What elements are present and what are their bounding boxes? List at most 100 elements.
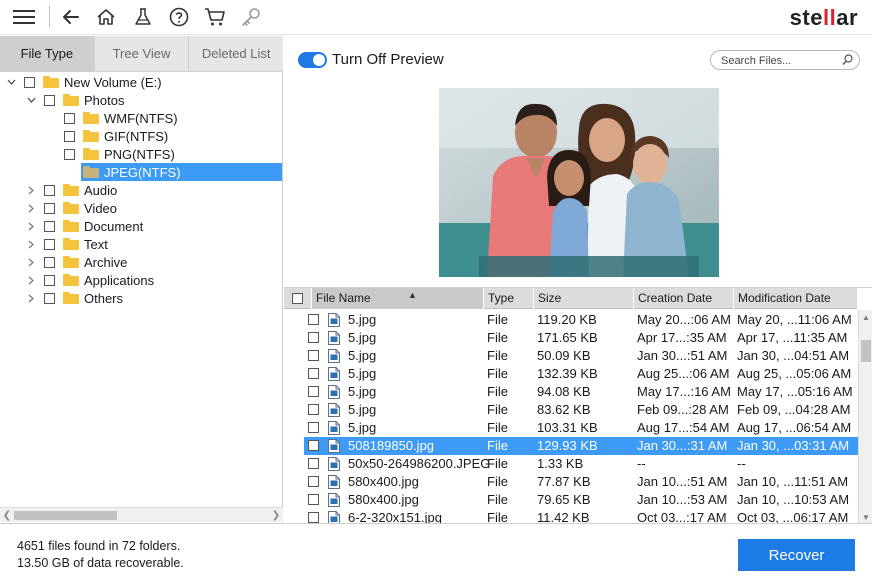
tree-node-others[interactable]: Others: [0, 289, 282, 307]
table-row[interactable]: 508189850.jpg File 129.93 KB Jan 30...:31 A…: [304, 437, 858, 455]
column-modification-date[interactable]: Modification Date: [734, 288, 858, 309]
select-all-checkbox[interactable]: [292, 293, 303, 304]
row-checkbox[interactable]: [308, 458, 319, 469]
tab-tree-view[interactable]: Tree View: [95, 36, 190, 71]
cell-type: File: [487, 348, 508, 363]
table-row[interactable]: 5.jpg File 83.62 KB Feb 09...:28 AM Feb 09, …: [304, 401, 858, 419]
help-icon[interactable]: [166, 5, 192, 29]
search-input[interactable]: [721, 53, 833, 68]
tree-node-document[interactable]: Document: [0, 217, 282, 235]
tree-checkbox[interactable]: [44, 292, 55, 304]
left-horizontal-scrollbar[interactable]: ❮ ❯: [0, 507, 283, 522]
preview-toggle-label: Turn Off Preview: [332, 51, 444, 68]
row-checkbox[interactable]: [308, 422, 319, 433]
tree-checkbox[interactable]: [44, 256, 55, 268]
tree-checkbox[interactable]: [64, 112, 75, 124]
row-checkbox[interactable]: [308, 350, 319, 361]
tree-checkbox[interactable]: [44, 274, 55, 286]
cell-modification-date: Apr 17, ...11:35 AM: [737, 330, 848, 345]
chevron-right-icon[interactable]: [24, 219, 38, 233]
table-row[interactable]: 50x50-264986200.JPEG File 1.33 KB -- --: [304, 455, 858, 473]
tree-node-new-volume-e[interactable]: New Volume (E:): [0, 73, 282, 91]
cell-creation-date: --: [637, 456, 646, 471]
cell-size: 50.09 KB: [537, 348, 591, 363]
preview-toggle[interactable]: [298, 52, 327, 68]
table-row[interactable]: 580x400.jpg File 77.87 KB Jan 10...:51 AM Ja…: [304, 473, 858, 491]
cell-file-name: 6-2-320x151.jpg: [348, 510, 442, 523]
tab-deleted-list[interactable]: Deleted List: [189, 36, 283, 71]
scroll-left-arrow-icon[interactable]: ❮: [1, 509, 13, 521]
scan-icon[interactable]: [130, 5, 156, 29]
recover-button[interactable]: Recover: [738, 539, 855, 571]
scrollbar-thumb[interactable]: [861, 340, 871, 362]
table-vertical-scrollbar[interactable]: ▲ ▼: [858, 310, 872, 523]
cell-file-name: 5.jpg: [348, 420, 377, 435]
table-row[interactable]: 5.jpg File 50.09 KB Jan 30...:51 AM Jan 30, …: [304, 347, 858, 365]
back-arrow-icon[interactable]: [58, 5, 84, 29]
home-icon[interactable]: [93, 5, 119, 29]
tree-checkbox[interactable]: [44, 94, 55, 106]
tree-node-jpeg-ntfs[interactable]: JPEG(NTFS): [81, 163, 282, 181]
column-file-name[interactable]: File Name ▲: [312, 288, 484, 309]
table-row[interactable]: 6-2-320x151.jpg File 11.42 KB Oct 03...:17 …: [304, 509, 858, 523]
files-found-text: 4651 files found in 72 folders.: [17, 539, 181, 553]
table-row[interactable]: 5.jpg File 94.08 KB May 17...:16 AM May 17, …: [304, 383, 858, 401]
scroll-up-arrow-icon[interactable]: ▲: [860, 311, 872, 323]
search-box[interactable]: [710, 50, 860, 70]
tab-file-type[interactable]: File Type: [0, 36, 95, 71]
tree-checkbox[interactable]: [44, 202, 55, 214]
tree-checkbox[interactable]: [44, 238, 55, 250]
chevron-right-icon[interactable]: [24, 291, 38, 305]
row-checkbox[interactable]: [308, 404, 319, 415]
column-type[interactable]: Type: [484, 288, 534, 309]
tree-checkbox[interactable]: [44, 220, 55, 232]
row-checkbox[interactable]: [308, 314, 319, 325]
table-row[interactable]: 580x400.jpg File 79.65 KB Jan 10...:53 AM Ja…: [304, 491, 858, 509]
row-checkbox[interactable]: [308, 476, 319, 487]
tree-checkbox[interactable]: [64, 130, 75, 142]
column-creation-date[interactable]: Creation Date: [634, 288, 734, 309]
key-icon[interactable]: [238, 5, 264, 29]
table-row[interactable]: 5.jpg File 119.20 KB May 20...:06 AM May 20,…: [304, 311, 858, 329]
row-checkbox[interactable]: [308, 386, 319, 397]
tree-checkbox[interactable]: [64, 148, 75, 160]
chevron-right-icon[interactable]: [24, 201, 38, 215]
scroll-down-arrow-icon[interactable]: ▼: [860, 511, 872, 523]
menu-icon[interactable]: [11, 5, 37, 29]
scrollbar-thumb[interactable]: [14, 511, 117, 520]
scroll-right-arrow-icon[interactable]: ❯: [270, 509, 282, 521]
tree-node-audio[interactable]: Audio: [0, 181, 282, 199]
chevron-down-icon[interactable]: [4, 75, 18, 89]
chevron-right-icon[interactable]: [24, 255, 38, 269]
tree-node-wmf-ntfs[interactable]: WMF(NTFS): [0, 109, 282, 127]
tree-node-label: Photos: [84, 92, 125, 108]
tree-node-video[interactable]: Video: [0, 199, 282, 217]
table-row[interactable]: 5.jpg File 132.39 KB Aug 25...:06 AM Aug 25,…: [304, 365, 858, 383]
cell-file-name: 5.jpg: [348, 330, 377, 345]
tree-checkbox[interactable]: [24, 76, 35, 88]
tree-node-applications[interactable]: Applications: [0, 271, 282, 289]
row-checkbox[interactable]: [308, 512, 319, 523]
tree-node-png-ntfs[interactable]: PNG(NTFS): [0, 145, 282, 163]
cell-creation-date: Aug 17...:54 AM: [637, 420, 730, 435]
cart-icon[interactable]: [202, 5, 228, 29]
chevron-right-icon[interactable]: [24, 273, 38, 287]
row-checkbox[interactable]: [308, 332, 319, 343]
row-checkbox[interactable]: [308, 368, 319, 379]
chevron-right-icon[interactable]: [24, 237, 38, 251]
tree-node-gif-ntfs[interactable]: GIF(NTFS): [0, 127, 282, 145]
toolbar: stellar: [0, 0, 872, 35]
tree-node-archive[interactable]: Archive: [0, 253, 282, 271]
row-checkbox[interactable]: [308, 440, 319, 451]
cell-size: 129.93 KB: [537, 438, 598, 453]
chevron-down-icon[interactable]: [24, 93, 38, 107]
tree-node-photos[interactable]: Photos: [0, 91, 282, 109]
search-icon[interactable]: [842, 54, 853, 66]
table-row[interactable]: 5.jpg File 171.65 KB Apr 17...:35 AM Apr 17,…: [304, 329, 858, 347]
chevron-right-icon[interactable]: [24, 183, 38, 197]
tree-checkbox[interactable]: [44, 184, 55, 196]
table-row[interactable]: 5.jpg File 103.31 KB Aug 17...:54 AM Aug 17,…: [304, 419, 858, 437]
row-checkbox[interactable]: [308, 494, 319, 505]
column-size[interactable]: Size: [534, 288, 634, 309]
tree-node-text[interactable]: Text: [0, 235, 282, 253]
